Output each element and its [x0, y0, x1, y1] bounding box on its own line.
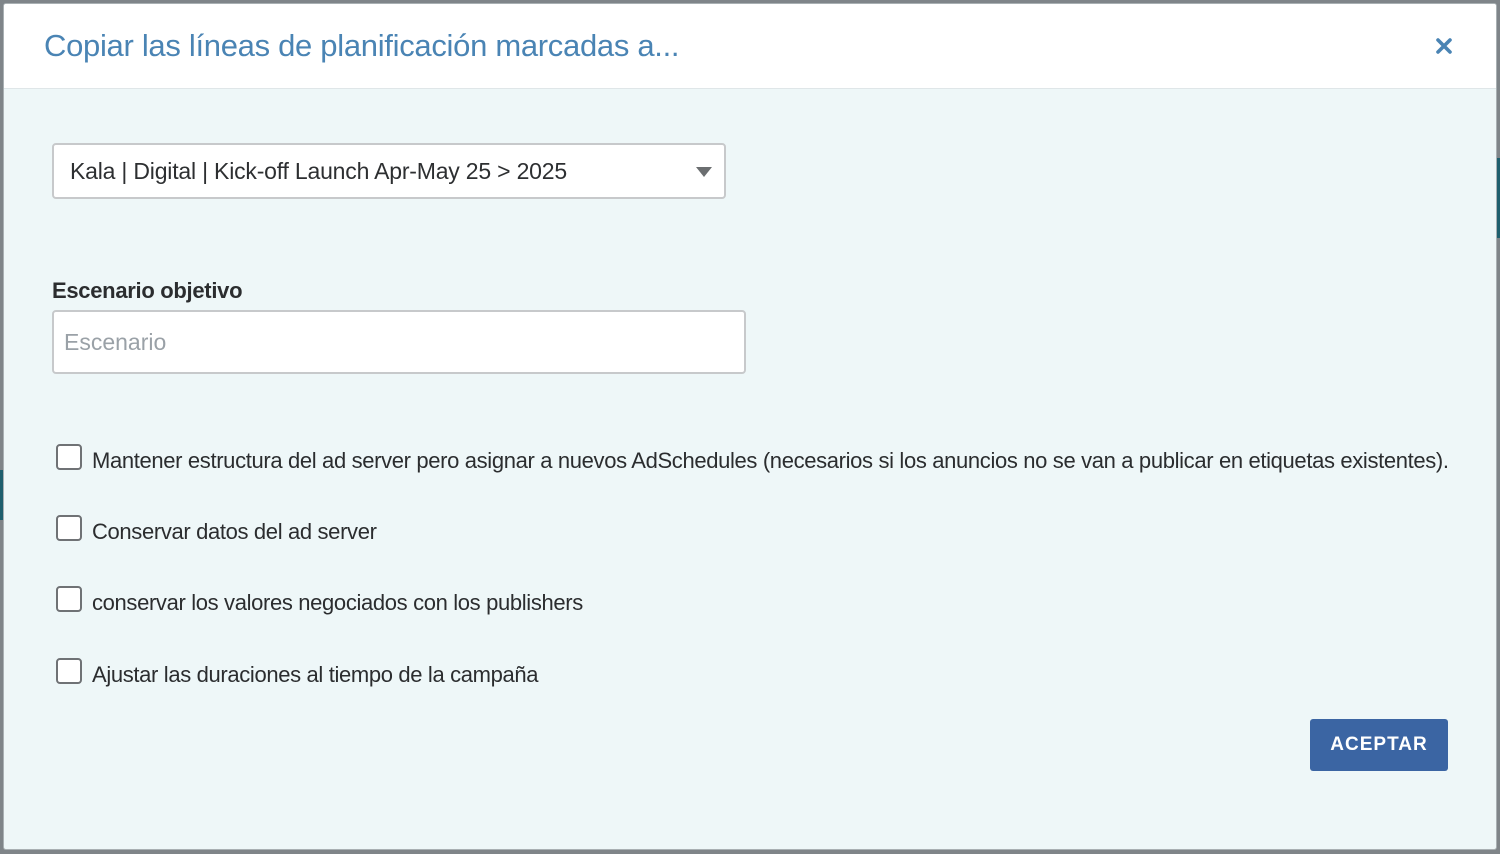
option-label: Conservar datos del ad server [92, 519, 377, 544]
copy-lines-dialog: Copiar las líneas de planificación marca… [4, 4, 1496, 849]
checkbox[interactable] [56, 444, 82, 470]
accept-button[interactable]: ACEPTAR [1310, 719, 1448, 771]
option-label: conservar los valores negociados con los… [92, 590, 583, 615]
close-icon [1436, 38, 1452, 54]
checkbox[interactable] [56, 515, 82, 541]
dialog-title: Copiar las líneas de planificación marca… [44, 28, 680, 63]
option-adjust-durations[interactable]: Ajustar las duraciones al tiempo de la c… [56, 654, 539, 688]
scenario-label: Escenario objetivo [52, 278, 243, 303]
scenario-input[interactable] [52, 310, 746, 374]
option-keep-ad-server-structure[interactable]: Mantener estructura del ad server pero a… [56, 440, 1449, 474]
option-keep-ad-server-data[interactable]: Conservar datos del ad server [56, 511, 377, 545]
option-label: Mantener estructura del ad server pero a… [92, 448, 1449, 473]
dialog-header: Copiar las líneas de planificación marca… [4, 4, 1496, 89]
option-label: Ajustar las duraciones al tiempo de la c… [92, 662, 539, 687]
campaign-select-value: Kala | Digital | Kick-off Launch Apr-May… [70, 158, 567, 184]
background-strip [1496, 158, 1500, 238]
close-button[interactable] [1430, 30, 1458, 62]
checkbox[interactable] [56, 586, 82, 612]
option-keep-negotiated-values[interactable]: conservar los valores negociados con los… [56, 582, 583, 616]
caret-down-icon [696, 167, 712, 177]
checkbox[interactable] [56, 658, 82, 684]
campaign-select[interactable]: Kala | Digital | Kick-off Launch Apr-May… [52, 143, 726, 199]
